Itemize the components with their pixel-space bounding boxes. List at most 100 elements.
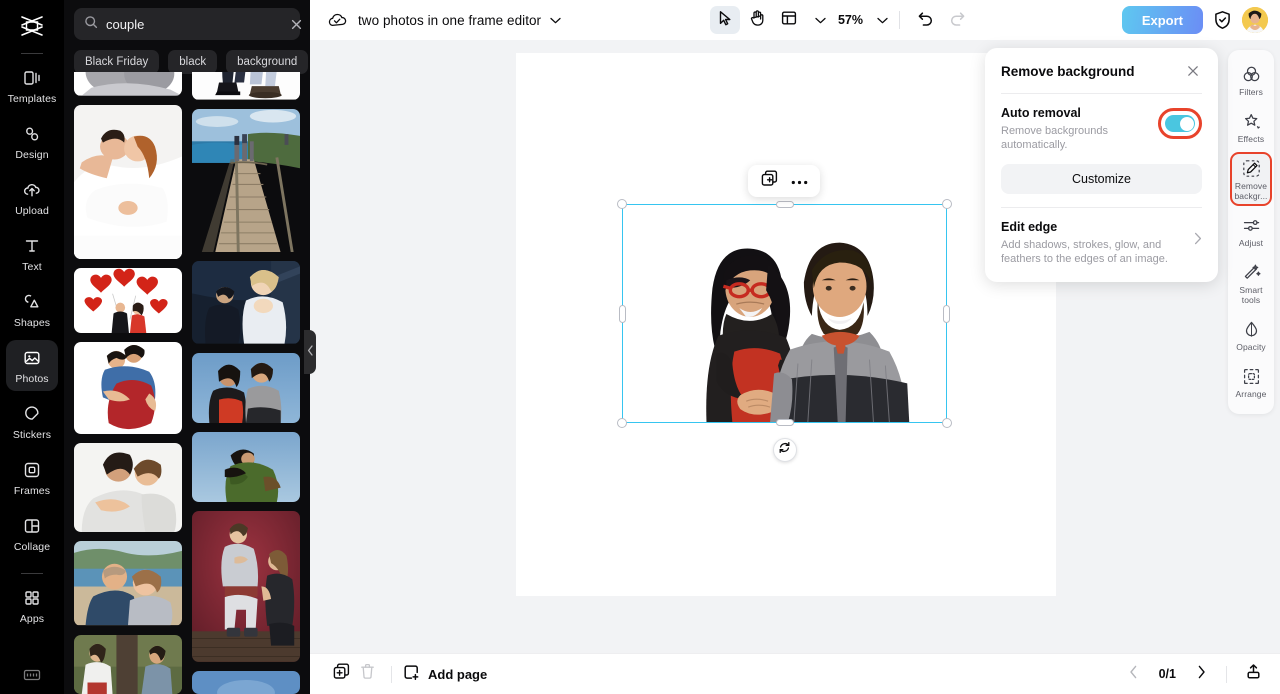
tool-label: Filters xyxy=(1239,87,1263,97)
tag-chip[interactable]: background xyxy=(226,50,309,74)
search-icon xyxy=(84,15,98,34)
layout-chevron-down-icon[interactable] xyxy=(815,17,826,24)
tool-adjust[interactable]: Adjust xyxy=(1230,209,1272,253)
resize-handle-middle-left[interactable] xyxy=(619,304,626,323)
tool-smart-tools[interactable]: Smart tools xyxy=(1230,256,1272,310)
stickers-icon xyxy=(21,403,43,425)
resize-handle-bottom-right[interactable] xyxy=(942,418,952,428)
zoom-level[interactable]: 57% xyxy=(838,13,863,27)
resize-handle-top-center[interactable] xyxy=(775,201,794,208)
title-chevron-down-icon[interactable] xyxy=(550,17,561,24)
photo-thumbnail[interactable] xyxy=(74,104,182,260)
photo-thumbnail[interactable] xyxy=(192,352,300,423)
templates-icon xyxy=(21,67,43,89)
more-options-button[interactable] xyxy=(787,169,811,193)
sidebar-item-photos[interactable]: Photos xyxy=(6,340,58,391)
sidebar-item-apps[interactable]: Apps xyxy=(6,580,58,631)
auto-removal-toggle[interactable] xyxy=(1158,108,1202,139)
sidebar-item-label: Frames xyxy=(13,485,51,497)
add-page-icon xyxy=(403,664,420,684)
duplicate-button[interactable] xyxy=(757,169,781,193)
photo-thumbnail[interactable] xyxy=(192,670,300,694)
sidebar-item-upload[interactable]: Upload xyxy=(6,172,58,223)
rotate-handle[interactable] xyxy=(772,438,797,462)
photo-thumbnail[interactable] xyxy=(192,510,300,662)
rail-divider-top xyxy=(21,53,43,54)
sidebar-item-design[interactable]: Design xyxy=(6,116,58,167)
resize-handle-bottom-left[interactable] xyxy=(617,418,627,428)
resize-handle-bottom-center[interactable] xyxy=(775,419,794,426)
tool-label: Opacity xyxy=(1236,342,1266,352)
sidebar-item-collage[interactable]: Collage xyxy=(6,508,58,559)
search-bar[interactable] xyxy=(74,8,303,40)
next-page-button[interactable] xyxy=(1189,662,1213,686)
timeline-icon[interactable] xyxy=(21,664,43,686)
selected-object-bounding-box[interactable] xyxy=(617,199,952,462)
prev-page-button[interactable] xyxy=(1122,662,1146,686)
photo-thumbnail[interactable] xyxy=(192,261,300,344)
sidebar-item-label: Text xyxy=(22,261,42,273)
hand-tool-button[interactable] xyxy=(742,6,772,34)
photo-thumbnail[interactable] xyxy=(192,108,300,253)
tool-filters[interactable]: Filters xyxy=(1230,58,1272,102)
add-page-button[interactable]: Add page xyxy=(403,664,487,684)
photo-thumbnail[interactable] xyxy=(74,72,182,96)
resize-handle-top-left[interactable] xyxy=(617,199,627,209)
export-button[interactable]: Export xyxy=(1121,6,1203,34)
sidebar-item-frames[interactable]: Frames xyxy=(6,452,58,503)
select-tool-button[interactable] xyxy=(709,6,740,34)
close-icon[interactable] xyxy=(1184,62,1202,80)
capcut-logo-icon[interactable] xyxy=(12,8,52,44)
photo-thumbnail[interactable] xyxy=(74,342,182,435)
tag-chip[interactable]: Black Friday xyxy=(74,50,160,74)
redo-button[interactable] xyxy=(943,6,973,34)
edit-edge-row[interactable]: Edit edge Add shadows, strokes, glow, an… xyxy=(1001,220,1202,266)
shield-check-icon[interactable] xyxy=(1213,10,1232,30)
tool-arrange[interactable]: Arrange xyxy=(1230,360,1272,404)
photo-thumbnail[interactable] xyxy=(192,72,300,100)
tag-chip[interactable]: black xyxy=(168,50,218,74)
design-icon xyxy=(21,123,43,145)
close-icon[interactable] xyxy=(290,18,303,31)
sidebar-item-templates[interactable]: Templates xyxy=(6,60,58,111)
avatar[interactable] xyxy=(1242,7,1268,33)
search-input[interactable] xyxy=(106,16,282,32)
photo-thumbnail[interactable] xyxy=(192,431,300,502)
edit-edge-title: Edit edge xyxy=(1001,220,1058,234)
cloud-saved-icon[interactable] xyxy=(326,9,348,31)
photo-thumbnail[interactable] xyxy=(74,541,182,626)
timeline-toggle-button[interactable] xyxy=(1240,661,1266,687)
photo-results-grid[interactable] xyxy=(64,72,310,694)
sidebar-item-shapes[interactable]: Shapes xyxy=(6,284,58,335)
frames-icon xyxy=(21,459,43,481)
document-title[interactable]: two photos in one frame editor xyxy=(358,13,541,28)
tool-opacity[interactable]: Opacity xyxy=(1230,313,1272,357)
chevron-right-icon[interactable] xyxy=(1194,232,1202,245)
tool-effects[interactable]: Effects xyxy=(1230,105,1272,149)
undo-button[interactable] xyxy=(911,6,941,34)
photo-thumbnail[interactable] xyxy=(74,634,182,694)
photo-thumbnail[interactable] xyxy=(74,443,182,533)
resize-handle-top-right[interactable] xyxy=(942,199,952,209)
delete-page-button[interactable] xyxy=(354,661,380,687)
customize-button[interactable]: Customize xyxy=(1001,164,1202,194)
collapse-panel-handle[interactable] xyxy=(304,330,316,374)
adjust-sliders-icon xyxy=(1241,215,1261,235)
auto-removal-row: Auto removal Remove backgrounds automati… xyxy=(1001,106,1202,152)
more-horizontal-icon xyxy=(791,172,808,190)
page-layout-button[interactable] xyxy=(774,6,804,34)
zoom-chevron-down-icon[interactable] xyxy=(877,17,888,24)
page-navigation: 0/1 xyxy=(1122,661,1266,687)
sidebar-item-stickers[interactable]: Stickers xyxy=(6,396,58,447)
sidebar-item-text[interactable]: Text xyxy=(6,228,58,279)
selected-photo[interactable] xyxy=(623,205,946,422)
canvas-tools-group: 57% xyxy=(709,6,973,34)
tool-remove-background[interactable]: Remove backgr... xyxy=(1230,152,1272,206)
add-page-label: Add page xyxy=(428,666,488,682)
text-icon xyxy=(21,235,43,257)
bottom-bar: Add page 0/1 xyxy=(310,653,1280,694)
duplicate-page-button[interactable] xyxy=(328,661,354,687)
resize-handle-middle-right[interactable] xyxy=(943,304,950,323)
photo-thumbnail[interactable] xyxy=(74,268,182,334)
panel-divider-2 xyxy=(1001,207,1202,208)
